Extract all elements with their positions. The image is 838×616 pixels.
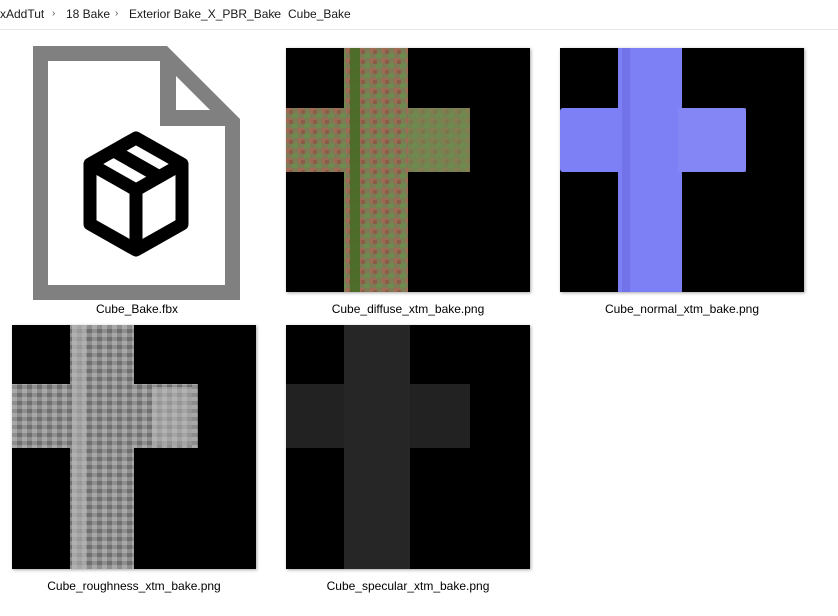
chevron-right-icon[interactable]: ›: [273, 8, 276, 19]
chevron-right-icon[interactable]: ›: [52, 8, 55, 19]
breadcrumb: xAddTut › 18 Bake › Exterior Bake_X_PBR_…: [0, 0, 838, 30]
file-name-label: Cube_normal_xtm_bake.png: [604, 302, 760, 316]
breadcrumb-item-exterior-bake[interactable]: Exterior Bake_X_PBR_Bake: [129, 7, 281, 21]
file-item-normal[interactable]: Cube_normal_xtm_bake.png: [560, 48, 804, 320]
file-name-label: Cube_specular_xtm_bake.png: [326, 579, 490, 593]
file-item-roughness[interactable]: Cube_roughness_xtm_bake.png: [12, 325, 256, 597]
normal-thumbnail: [560, 48, 804, 292]
file-name-label: Cube_Bake.fbx: [95, 302, 179, 316]
fbx-file-icon: [33, 46, 241, 300]
file-name-label: Cube_diffuse_xtm_bake.png: [331, 302, 485, 316]
file-name-label: Cube_roughness_xtm_bake.png: [47, 579, 221, 593]
breadcrumb-item-xaddtut[interactable]: xAddTut: [0, 7, 44, 21]
file-item-fbx[interactable]: Cube_Bake.fbx: [20, 38, 254, 320]
roughness-thumbnail: [12, 325, 256, 569]
specular-thumbnail: [286, 325, 530, 569]
breadcrumb-item-18-bake[interactable]: 18 Bake: [66, 7, 110, 21]
diffuse-thumbnail: [286, 48, 530, 292]
breadcrumb-item-cube-bake[interactable]: Cube_Bake: [288, 7, 351, 21]
file-item-diffuse[interactable]: Cube_diffuse_xtm_bake.png: [286, 48, 530, 320]
file-item-specular[interactable]: Cube_specular_xtm_bake.png: [286, 325, 530, 597]
chevron-right-icon[interactable]: ›: [115, 8, 118, 19]
